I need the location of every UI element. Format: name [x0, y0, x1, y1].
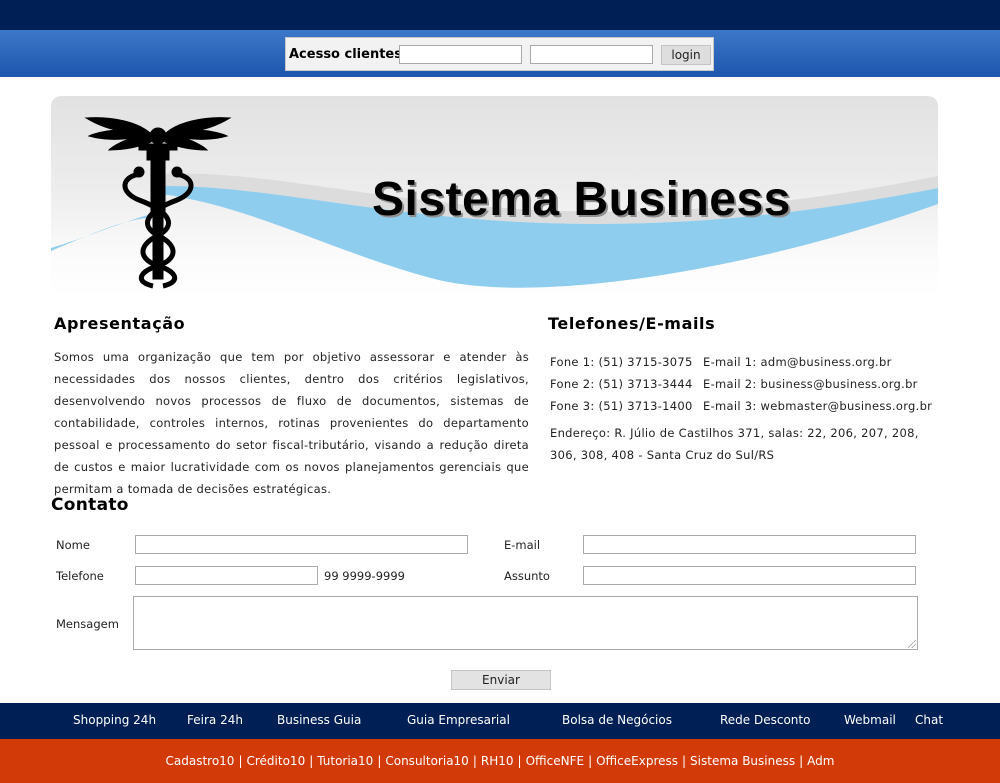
phone-2: Fone 2: (51) 3713-3444 — [550, 377, 693, 391]
footer-link-consultoria10[interactable]: Consultoria10 — [385, 754, 468, 768]
telefones-heading: Telefones/E-mails — [548, 314, 716, 333]
footer-link-tutoria10[interactable]: Tutoria10 — [317, 754, 373, 768]
site-title: Sistema Business — [372, 173, 791, 226]
assunto-label: Assunto — [504, 569, 550, 583]
footer-separator: | — [799, 754, 804, 768]
nav-feira-24h[interactable]: Feira 24h — [187, 713, 243, 727]
nav-business-guia[interactable]: Business Guia — [277, 713, 361, 727]
telefone-label: Telefone — [56, 569, 104, 583]
mensagem-label: Mensagem — [56, 617, 119, 631]
login-password-input[interactable] — [530, 45, 653, 64]
telefone-format-hint: 99 9999-9999 — [324, 569, 405, 583]
footer-link-sistema-business[interactable]: Sistema Business — [690, 754, 795, 768]
top-bar — [0, 0, 1000, 30]
contact-row: Fone 3: (51) 3713-1400 E-mail 3: webmaste… — [550, 395, 932, 417]
apresentacao-heading: Apresentação — [54, 314, 186, 333]
contato-heading: Contato — [51, 495, 129, 515]
nome-input[interactable] — [135, 535, 468, 554]
login-button[interactable]: login — [661, 45, 711, 65]
footer-separator: | — [377, 754, 382, 768]
email-label: E-mail — [504, 538, 541, 552]
footer-separator: | — [517, 754, 522, 768]
footer-bar: Cadastro10 | Crédito10 | Tutoria10 | Consultor… — [0, 739, 1000, 783]
nav-shopping-24h[interactable]: Shopping 24h — [73, 713, 156, 727]
footer-link-rh10[interactable]: RH10 — [481, 754, 514, 768]
footer-links: Cadastro10 | Crédito10 | Tutoria10 | Consultor… — [0, 754, 1000, 768]
footer-separator: | — [682, 754, 687, 768]
header-banner: Sistema Business — [51, 96, 938, 296]
contact-list: Fone 1: (51) 3715-3075 E-mail 1: adm@busi… — [550, 351, 932, 417]
footer-link-officenfe[interactable]: OfficeNFE — [526, 754, 585, 768]
main-nav: Shopping 24h Feira 24h Business Guia Gui… — [0, 703, 1000, 739]
footer-link-officeexpress[interactable]: OfficeExpress — [596, 754, 678, 768]
caduceus-icon — [84, 117, 232, 289]
login-label: Acesso clientes: — [289, 47, 408, 62]
email-3: E-mail 3: webmaster@business.org.br — [703, 399, 933, 413]
nav-bolsa-de-negocios[interactable]: Bolsa de Negócios — [562, 713, 672, 727]
footer-separator: | — [588, 754, 593, 768]
enviar-button[interactable]: Enviar — [451, 670, 551, 690]
phone-1: Fone 1: (51) 3715-3075 — [550, 355, 693, 369]
apresentacao-text: Somos uma organização que tem por objeti… — [54, 350, 529, 496]
email-2: E-mail 2: business@business.org.br — [703, 377, 918, 391]
telefone-input[interactable] — [135, 566, 318, 585]
footer-separator: | — [309, 754, 314, 768]
login-user-input[interactable] — [399, 45, 522, 64]
footer-link-credito10[interactable]: Crédito10 — [247, 754, 306, 768]
email-1: E-mail 1: adm@business.org.br — [703, 355, 892, 369]
nav-rede-desconto[interactable]: Rede Desconto — [720, 713, 810, 727]
footer-link-adm[interactable]: Adm — [807, 754, 834, 768]
footer-separator: | — [472, 754, 477, 768]
email-input[interactable] — [583, 535, 916, 554]
footer-link-cadastro10[interactable]: Cadastro10 — [166, 754, 235, 768]
assunto-input[interactable] — [583, 566, 916, 585]
mensagem-textarea[interactable] — [133, 596, 918, 650]
nav-webmail[interactable]: Webmail — [844, 713, 896, 727]
contact-row: Fone 2: (51) 3713-3444 E-mail 2: business… — [550, 373, 932, 395]
nav-chat[interactable]: Chat — [915, 713, 943, 727]
contact-row: Fone 1: (51) 3715-3075 E-mail 1: adm@busi… — [550, 351, 932, 373]
footer-separator: | — [238, 754, 243, 768]
phone-3: Fone 3: (51) 3713-1400 — [550, 399, 693, 413]
resize-grip-icon[interactable] — [908, 640, 916, 648]
address-text: Endereço: R. Júlio de Castilhos 371, sal… — [550, 426, 919, 462]
nav-guia-empresarial[interactable]: Guia Empresarial — [407, 713, 510, 727]
client-login-box: Acesso clientes: login — [285, 37, 714, 71]
nome-label: Nome — [56, 538, 90, 552]
